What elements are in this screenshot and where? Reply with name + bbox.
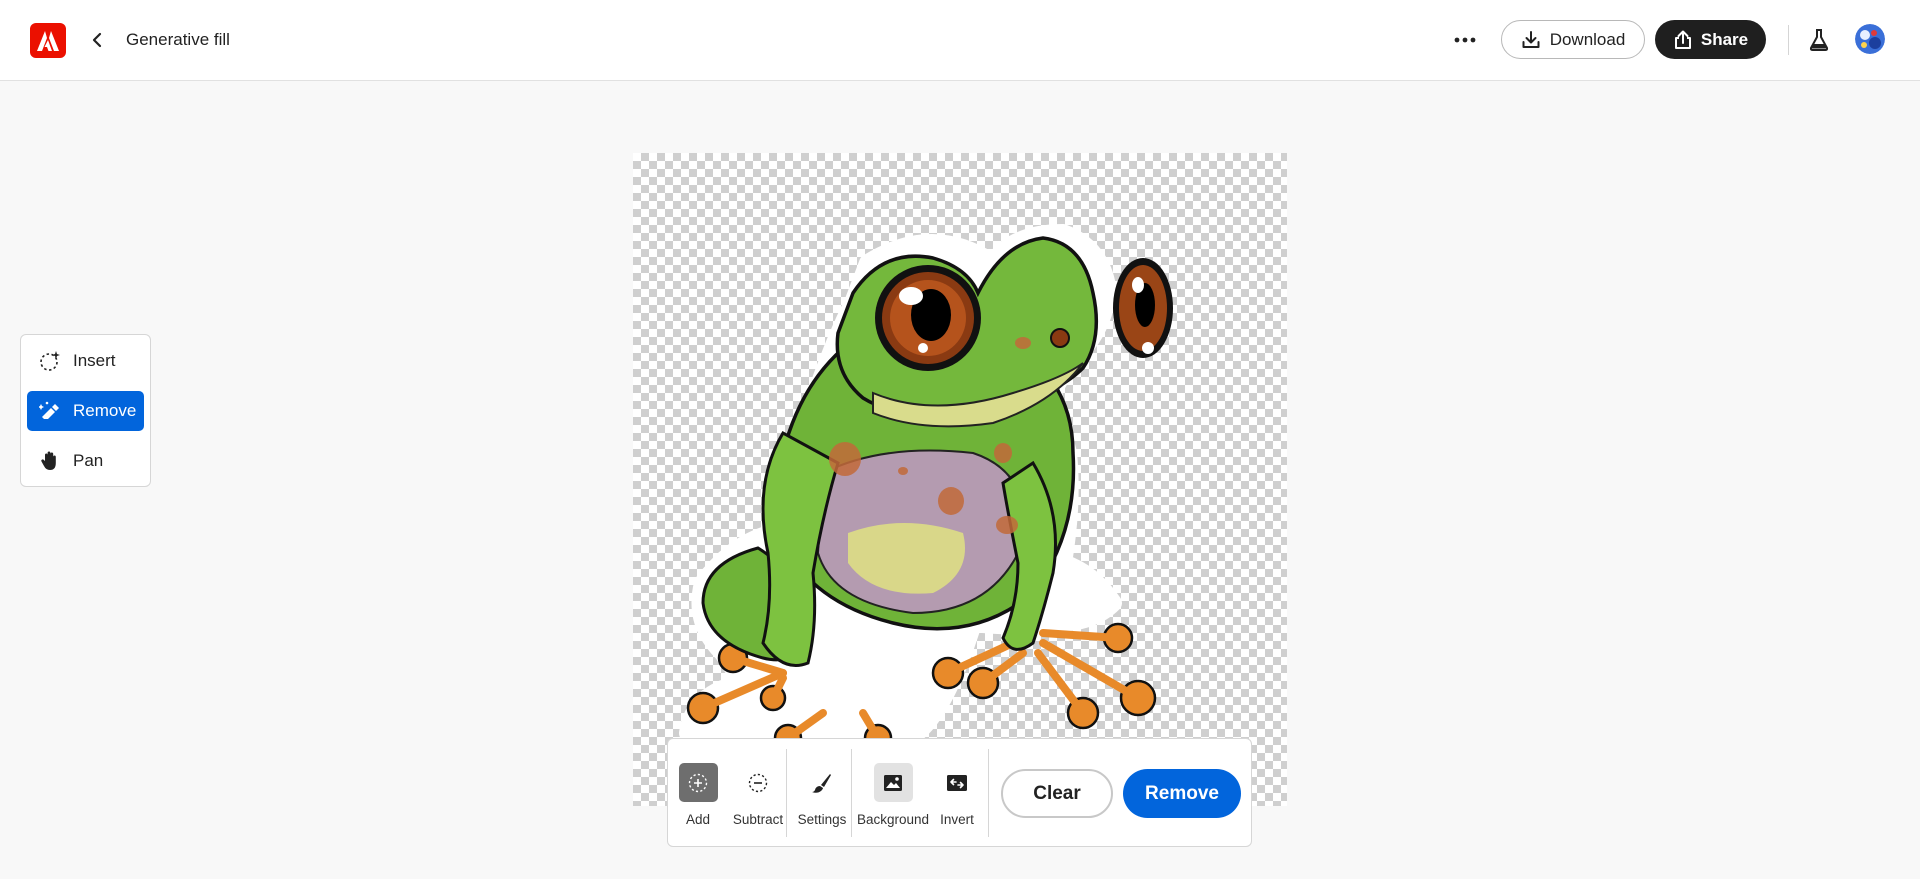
user-avatar[interactable]: [1855, 24, 1885, 54]
tool-insert-label: Insert: [73, 351, 116, 370]
tool-remove-label: Remove: [73, 401, 137, 420]
subtract-selection-icon: [748, 773, 768, 792]
chevron-left-icon: [92, 32, 102, 48]
subtract-selection-button[interactable]: Subtract: [728, 739, 788, 848]
selection-toolbar: Add Subtract Settings Background Invert …: [667, 738, 1252, 847]
tool-pan[interactable]: Pan: [27, 441, 144, 481]
add-selection-button[interactable]: Add: [678, 739, 718, 848]
tool-insert[interactable]: Insert: [27, 341, 144, 381]
tool-pan-label: Pan: [73, 451, 104, 470]
image-canvas[interactable]: [633, 153, 1287, 806]
page-title: Generative fill: [126, 30, 230, 49]
share-button[interactable]: Share: [1655, 20, 1766, 59]
adobe-logo[interactable]: [30, 23, 66, 58]
more-dots-icon: [1454, 37, 1476, 43]
more-options-button[interactable]: [1450, 27, 1480, 53]
brush-settings-button[interactable]: Settings: [793, 739, 851, 848]
background-select-button[interactable]: Background: [856, 739, 930, 848]
add-label: Add: [685, 812, 711, 827]
download-label: Download: [1549, 29, 1626, 49]
app-header: Generative fill Download Share: [0, 0, 1920, 81]
background-image-icon: [884, 774, 902, 791]
brush-icon: [812, 773, 831, 793]
invert-label: Invert: [940, 812, 974, 827]
back-button[interactable]: [84, 26, 110, 54]
share-label: Share: [1700, 29, 1749, 49]
hand-icon: [41, 451, 56, 470]
add-selection-icon: [688, 773, 708, 792]
download-icon: [1522, 30, 1540, 48]
toolbar-divider: [786, 749, 787, 837]
download-button[interactable]: Download: [1501, 20, 1645, 59]
insert-sparkle-icon: [40, 351, 60, 371]
labs-button[interactable]: [1807, 25, 1831, 55]
header-divider: [1788, 25, 1789, 55]
settings-label: Settings: [797, 812, 847, 827]
invert-selection-button[interactable]: Invert: [936, 739, 978, 848]
tool-panel: Insert Remove Pan: [20, 334, 151, 487]
toolbar-divider: [851, 749, 852, 837]
flask-icon: [1809, 29, 1829, 51]
tool-remove[interactable]: Remove: [27, 391, 144, 431]
background-label: Background: [856, 812, 930, 827]
invert-icon: [947, 774, 967, 791]
subtract-label: Subtract: [732, 812, 784, 827]
remove-eraser-icon: [39, 401, 59, 419]
adobe-logo-icon: [37, 30, 59, 51]
toolbar-divider: [988, 749, 989, 837]
share-icon: [1674, 30, 1691, 49]
frog-image: [679, 224, 1173, 756]
avatar-icon: [1855, 24, 1885, 54]
clear-button[interactable]: Clear: [1001, 769, 1113, 818]
remove-button[interactable]: Remove: [1123, 769, 1241, 818]
